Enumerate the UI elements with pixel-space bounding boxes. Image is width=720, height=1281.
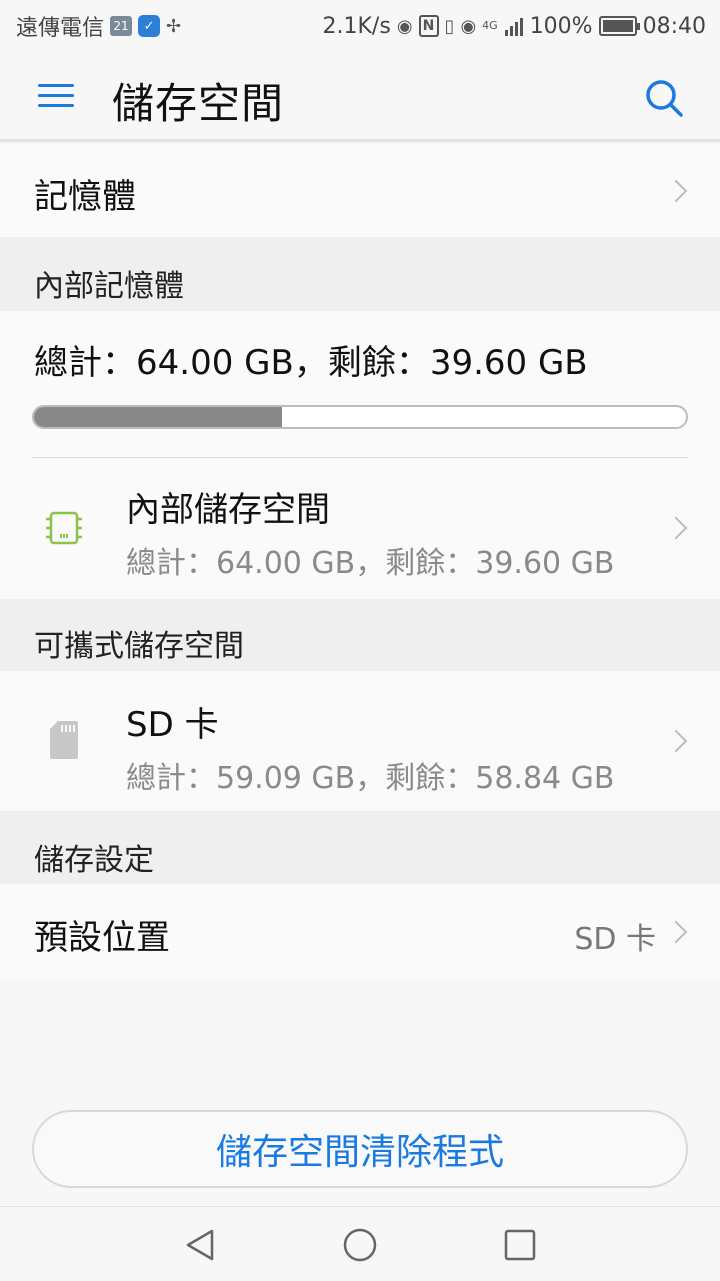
search-icon[interactable] [642, 76, 686, 120]
default-location-label: 預設位置 [34, 918, 170, 958]
internal-storage-sub: 總計：64.00 GB，剩餘：39.60 GB [126, 546, 615, 581]
network-type: 4G [482, 19, 498, 32]
navigation-bar [0, 1206, 720, 1281]
section-header-label: 內部記憶體 [34, 269, 184, 304]
signal-bars-icon [504, 18, 523, 36]
chevron-right-icon [664, 179, 688, 203]
memory-row[interactable]: 記憶體 [0, 145, 720, 237]
back-icon[interactable] [180, 1225, 220, 1265]
signal-icon: 4G [482, 19, 498, 32]
vibrate-icon: ▯ [444, 15, 455, 37]
sd-card-icon [50, 721, 78, 759]
battery-icon [598, 16, 640, 36]
section-header-internal: 內部記憶體 [0, 237, 720, 311]
app-bar: 儲存空間 [0, 52, 720, 142]
internal-total-text: 總計：64.00 GB，剩餘：39.60 GB [34, 343, 588, 383]
section-header-label: 儲存設定 [34, 843, 154, 878]
status-bar: 遠傳電信 21 ✓ ✢ 2.1K/s ◉ N ▯ ◉ 4G 100% 08:40 [0, 0, 720, 52]
menu-icon[interactable] [38, 82, 74, 110]
section-header-portable: 可攜式儲存空間 [0, 599, 720, 671]
chevron-right-icon [664, 920, 688, 944]
storage-progress-bar [32, 405, 688, 429]
sd-card-title: SD 卡 [126, 705, 219, 745]
carrier-name: 遠傳電信 [16, 16, 105, 41]
section-header-label: 可攜式儲存空間 [34, 629, 244, 664]
page-title: 儲存空間 [112, 79, 285, 128]
internal-storage-item[interactable]: 內部儲存空間 總計：64.00 GB，剩餘：39.60 GB [0, 458, 720, 599]
battery-percent: 100% [529, 13, 593, 39]
hotspot-icon: ◉ [396, 15, 413, 37]
chip-icon [46, 511, 82, 545]
section-header-settings: 儲存設定 [0, 811, 720, 884]
chevron-right-icon [664, 516, 688, 540]
clock: 08:40 [642, 13, 706, 39]
home-icon[interactable] [340, 1225, 380, 1265]
recents-icon[interactable] [500, 1225, 540, 1265]
sd-card-sub: 總計：59.09 GB，剩餘：58.84 GB [126, 761, 615, 796]
chevron-right-icon [664, 729, 688, 753]
default-location-value: SD 卡 [574, 922, 656, 957]
fan-icon: ✢ [166, 15, 182, 37]
storage-cleanup-button[interactable]: 儲存空間清除程式 [32, 1110, 688, 1188]
storage-progress-fill [34, 407, 282, 427]
eye-icon: ◉ [460, 15, 477, 37]
shield-icon: ✓ [138, 15, 161, 37]
calendar-icon: 21 [110, 16, 133, 36]
default-location-row[interactable]: 預設位置 SD 卡 [0, 884, 720, 980]
memory-label: 記憶體 [34, 177, 136, 217]
internal-storage-title: 內部儲存空間 [126, 490, 330, 530]
internal-memory-card: 總計：64.00 GB，剩餘：39.60 GB 內部儲存空間 總計：64.00 … [0, 311, 720, 599]
sd-card-item[interactable]: SD 卡 總計：59.09 GB，剩餘：58.84 GB [0, 671, 720, 811]
nfc-icon: N [418, 15, 439, 37]
net-speed: 2.1K/s [322, 13, 391, 39]
